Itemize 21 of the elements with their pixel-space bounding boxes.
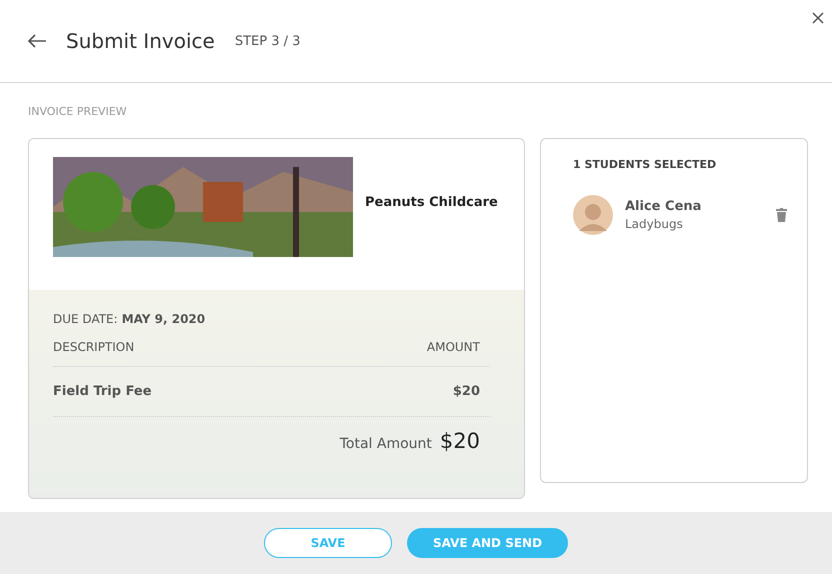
item-amount: $20 [452,384,480,399]
trash-icon[interactable] [776,208,787,222]
save-and-send-button[interactable]: SAVE AND SEND [407,528,568,558]
due-date: MAY 9, 2020 [122,312,206,326]
student-group: Ladybugs [625,217,776,231]
back-arrow-icon[interactable] [27,34,47,48]
avatar [573,195,613,235]
save-button[interactable]: SAVE [264,528,392,558]
student-name: Alice Cena [625,199,702,214]
step-indicator: STEP 3 / 3 [234,34,300,48]
total-label: Total Amount [340,436,432,452]
school-name: Peanuts Childcare [365,195,498,212]
section-label: INVOICE PREVIEW [28,105,128,118]
page-title: Submit Invoice [66,29,215,53]
column-header: AMOUNT [426,340,480,354]
item-description: Field Trip Fee [53,384,152,399]
total-amount: $20 [440,429,480,453]
column-header: DESCRIPTION [53,340,134,354]
close-icon[interactable] [812,12,824,24]
due-date-label: DUE DATE: [53,312,118,326]
students-heading: 1 STUDENTS SELECTED [573,158,718,171]
